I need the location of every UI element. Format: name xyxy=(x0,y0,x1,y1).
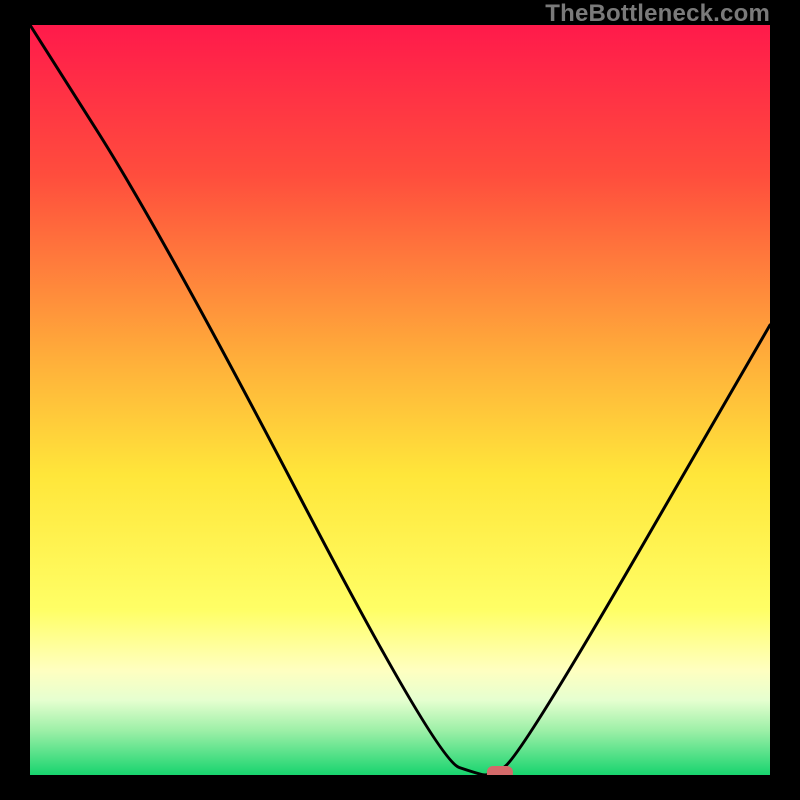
optimal-marker xyxy=(487,766,513,775)
plot-area xyxy=(30,25,770,775)
watermark-label: TheBottleneck.com xyxy=(545,0,770,28)
chart-svg xyxy=(30,25,770,775)
gradient-background xyxy=(30,25,770,775)
chart-frame: TheBottleneck.com xyxy=(0,0,800,800)
